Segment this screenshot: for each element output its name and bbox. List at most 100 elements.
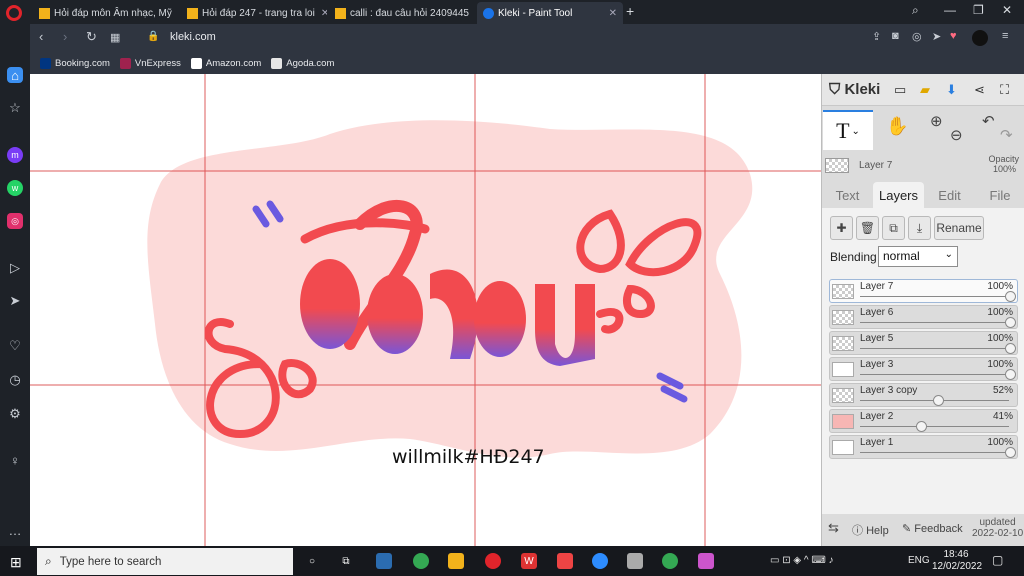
star-icon[interactable]: ☆ (7, 100, 23, 116)
fullscreen-icon[interactable]: ⛶ (1000, 82, 1009, 98)
bulb-icon[interactable]: ♀ (7, 452, 23, 468)
minimize-button[interactable]: — (944, 3, 956, 17)
bookmark-booking[interactable]: Booking.com (40, 57, 110, 69)
feedback-button[interactable]: ✎ Feedback (902, 522, 963, 535)
clock[interactable]: 18:46 12/02/2022 (932, 549, 982, 573)
tab-layers[interactable]: Layers (873, 182, 924, 208)
opacity-slider-track[interactable] (860, 322, 1009, 323)
home-icon[interactable]: ⌂ (7, 67, 23, 83)
opacity-slider-track[interactable] (860, 426, 1009, 427)
tab-edit[interactable]: Edit (924, 182, 975, 208)
close-icon[interactable]: ✕ (603, 8, 617, 19)
hand-tool-icon[interactable]: ✋ (886, 116, 908, 137)
tab-text[interactable]: Text (822, 182, 873, 208)
opacity-slider-track[interactable] (860, 374, 1009, 375)
layer-row[interactable]: Layer 3 100% (829, 357, 1018, 381)
language-indicator[interactable]: ENG (908, 555, 930, 566)
open-folder-icon[interactable]: ▰ (920, 82, 930, 98)
avatar[interactable] (972, 30, 988, 46)
layer-row[interactable]: Layer 5 100% (829, 331, 1018, 355)
close-icon[interactable]: ✕ (172, 8, 179, 19)
snip-icon[interactable] (627, 553, 643, 569)
blending-select[interactable]: normal ⌄ (878, 246, 958, 267)
drawing-canvas[interactable]: willmilk#HĐ247 (30, 74, 821, 546)
chrome-icon[interactable] (413, 553, 429, 569)
opacity-slider-knob[interactable] (1005, 317, 1016, 328)
whatsapp-icon[interactable]: w (7, 180, 23, 196)
new-image-icon[interactable]: ▭ (894, 82, 906, 98)
close-icon[interactable]: ✕ (469, 8, 476, 19)
tab-3[interactable]: calli : đau câu hỏi 2409445 ✕ (329, 2, 475, 24)
opera-icon[interactable] (485, 553, 501, 569)
opacity-slider-knob[interactable] (1005, 343, 1016, 354)
task-view-icon[interactable]: ⧉ (338, 553, 354, 569)
more-icon[interactable]: … (7, 522, 23, 538)
opacity-slider-track[interactable] (860, 296, 1009, 297)
zoom-icon[interactable] (592, 553, 608, 569)
opacity-slider-track[interactable] (860, 452, 1009, 453)
opacity-slider-knob[interactable] (915, 421, 927, 432)
rename-button[interactable]: Rename (934, 216, 984, 240)
layer-row[interactable]: Layer 1 100% (829, 435, 1018, 459)
vpn-icon[interactable]: ◎ (912, 30, 922, 43)
reload-icon[interactable]: ↻ (86, 29, 97, 45)
merge-layer-button[interactable]: ⤓ (908, 216, 931, 240)
delete-layer-button[interactable]: 🗑 (856, 216, 879, 240)
camera-icon[interactable]: ◙ (892, 30, 899, 42)
help-button[interactable]: ⓘ Help (852, 522, 889, 538)
add-layer-button[interactable]: ✚ (830, 216, 853, 240)
history-icon[interactable]: ◷ (7, 372, 23, 388)
text-tool-button[interactable]: T ⌄ (823, 110, 873, 150)
bookmark-vnexpress[interactable]: VnExpress (119, 57, 181, 69)
app-icon[interactable] (557, 553, 573, 569)
share-icon[interactable]: ⋖ (974, 82, 985, 98)
tab-2[interactable]: Hỏi đáp 247 - trang tra loi ✕ (181, 2, 327, 24)
opacity-slider-knob[interactable] (1005, 291, 1016, 302)
instagram-icon[interactable]: ◎ (7, 213, 23, 229)
explorer-icon[interactable] (448, 553, 464, 569)
opera-logo[interactable] (6, 5, 22, 21)
tab-file[interactable]: File (975, 182, 1024, 208)
cortana-icon[interactable]: ○ (304, 553, 320, 569)
layer-row[interactable]: Layer 3 copy 52% (829, 383, 1018, 407)
close-window-button[interactable]: ✕ (1002, 3, 1012, 17)
tab-4[interactable]: Kleki - Paint Tool ✕ (477, 2, 623, 24)
zoom-out-icon[interactable]: ⊖ (950, 126, 963, 144)
search-tabs-icon[interactable]: ⌕ (912, 3, 919, 18)
bookmark-agoda[interactable]: Agoda.com (271, 57, 334, 69)
new-tab-button[interactable]: + (626, 3, 634, 19)
messenger-icon[interactable]: m (7, 147, 23, 163)
tray-icons[interactable]: ▭ ⊡ ◈ ^ ⌨ ♪ (770, 555, 834, 566)
bookmark-amazon[interactable]: Amazon.com (190, 57, 261, 69)
layer-row[interactable]: Layer 2 41% (829, 409, 1018, 433)
swap-icon[interactable]: ⇆ (828, 520, 839, 536)
heart-icon[interactable]: ♥ (950, 30, 957, 42)
paint-icon[interactable] (698, 553, 714, 569)
send-icon[interactable]: ➤ (932, 30, 941, 43)
heart-icon[interactable]: ♡ (7, 338, 23, 354)
opacity-slider-track[interactable] (860, 348, 1009, 349)
url-field[interactable]: kleki.com (170, 31, 216, 43)
layer-row[interactable]: Layer 7 100% (829, 279, 1018, 303)
player-icon[interactable]: ▷ (7, 260, 23, 276)
taskbar-search[interactable]: ⌕ Type here to search (37, 548, 293, 575)
windows-start-icon[interactable]: ⊞ (10, 554, 22, 571)
redo-icon[interactable]: ↷ (1000, 126, 1013, 144)
chrome-icon[interactable] (662, 553, 678, 569)
menu-icon[interactable]: ≡ (1002, 30, 1008, 42)
restore-button[interactable]: ❐ (973, 3, 984, 17)
layer-row[interactable]: Layer 6 100% (829, 305, 1018, 329)
zoom-in-icon[interactable]: ⊕ (930, 112, 943, 130)
notification-icon[interactable]: ▢ (992, 553, 1003, 567)
wps-icon[interactable]: W (521, 553, 537, 569)
opacity-slider-knob[interactable] (932, 395, 944, 406)
forward-icon[interactable]: › (63, 29, 67, 44)
opacity-slider-knob[interactable] (1005, 369, 1016, 380)
opacity-slider-knob[interactable] (1005, 447, 1016, 458)
speed-dial-icon[interactable]: ▦ (110, 31, 120, 44)
close-icon[interactable]: ✕ (315, 8, 327, 19)
edge-icon[interactable] (376, 553, 392, 569)
undo-icon[interactable]: ↶ (982, 112, 995, 130)
back-icon[interactable]: ‹ (39, 29, 43, 44)
tab-1[interactable]: Hỏi đáp môn Âm nhạc, Mỹ ✕ (33, 2, 179, 24)
